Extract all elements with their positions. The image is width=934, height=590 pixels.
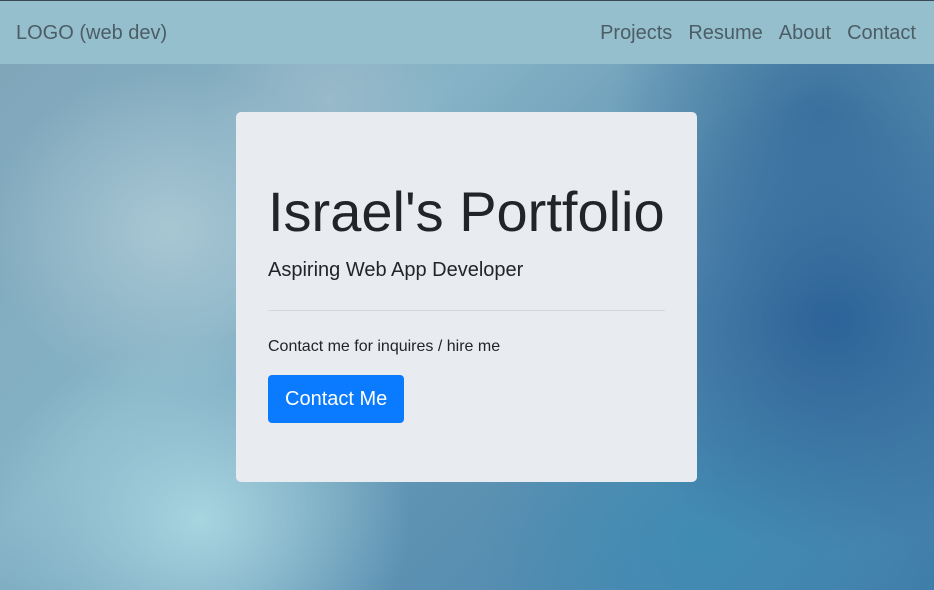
divider (268, 310, 665, 311)
nav-link-resume[interactable]: Resume (680, 21, 770, 45)
contact-me-button[interactable]: Contact Me (268, 375, 405, 423)
nav-link-projects[interactable]: Projects (592, 21, 680, 45)
top-navbar: LOGO (web dev) Projects Resume About Con… (0, 0, 934, 64)
hero-subtitle: Aspiring Web App Developer (268, 259, 524, 281)
nav-links: Projects Resume About Contact (592, 21, 916, 45)
brand-logo[interactable]: LOGO (web dev) (16, 21, 167, 45)
page-title: Israel's Portfolio (268, 180, 665, 243)
nav-link-contact[interactable]: Contact (839, 21, 916, 45)
nav-link-about[interactable]: About (771, 21, 839, 45)
hero-text: Contact me for inquires / hire me (268, 338, 501, 355)
hero-card: Israel's Portfolio Aspiring Web App Deve… (236, 112, 697, 482)
